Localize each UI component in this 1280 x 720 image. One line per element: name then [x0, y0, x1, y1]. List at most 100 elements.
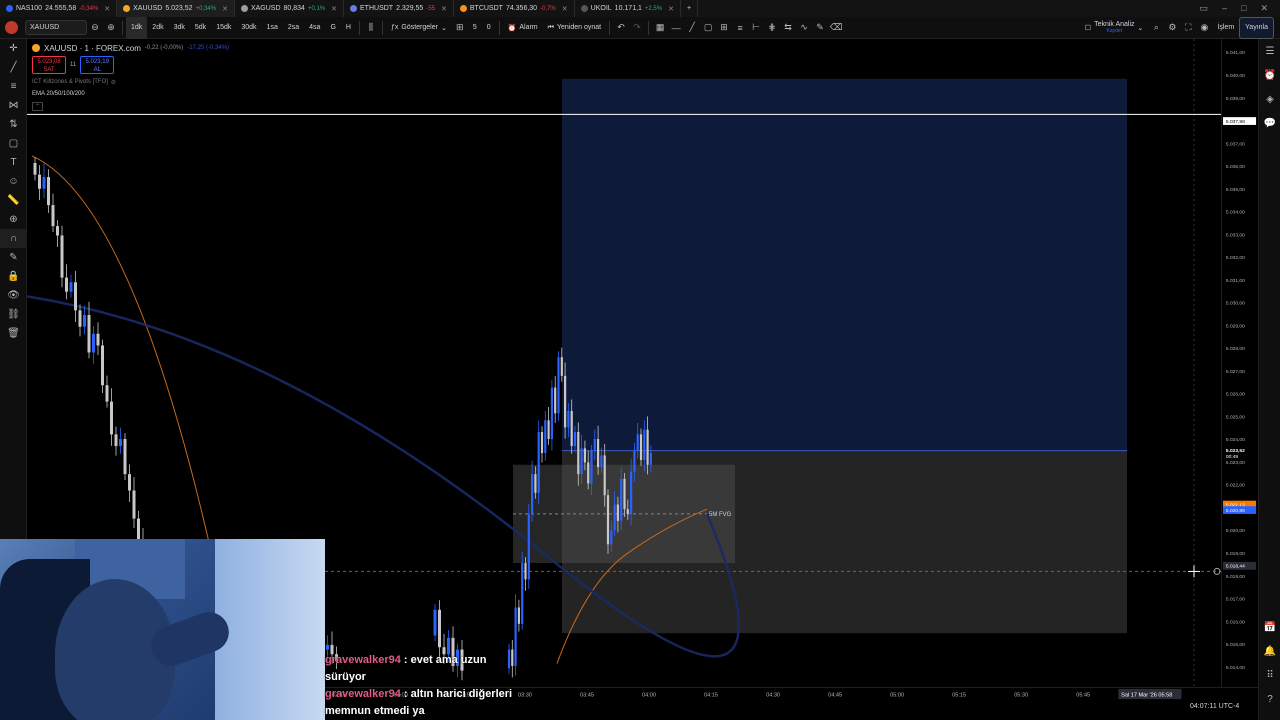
timeframe-g[interactable]: G — [325, 17, 340, 39]
collapse-legend-button[interactable]: ⌃ — [32, 100, 229, 112]
indicator-ema[interactable]: EMA 20/50/100/200 — [32, 88, 229, 100]
camera-icon[interactable]: ◉ — [1196, 22, 1212, 33]
pattern-tool-icon[interactable]: ⋈ — [0, 96, 27, 115]
lock-icon[interactable]: 🔒 — [0, 267, 27, 286]
timeframe-2dk[interactable]: 2dk — [147, 17, 168, 39]
position-icon[interactable]: ⊞ — [716, 22, 732, 33]
close-icon[interactable]: ✕ — [104, 5, 110, 13]
help-icon[interactable]: ? — [1259, 687, 1280, 711]
tab-xagusd[interactable]: XAGUSD 80,834 +0,1% ✕ — [235, 0, 345, 17]
indicator-name: ICT Killzones & Pivots [TFO] — [32, 79, 108, 85]
add-symbol-icon[interactable]: ⊕ — [103, 22, 119, 33]
timeframe-2sa[interactable]: 2sa — [283, 17, 304, 39]
tab-ukoil[interactable]: UKOIL 10.171,1 +2,5% ✕ — [575, 0, 681, 17]
text-tool-icon[interactable]: T — [0, 153, 27, 172]
grid-icon[interactable]: ▦ — [652, 22, 668, 33]
indicator-killzones[interactable]: ICT Killzones & Pivots [TFO] ⊘ — [32, 76, 229, 88]
search-icon[interactable]: ⌕ — [1148, 22, 1164, 33]
tab-xauusd[interactable]: XAUUSD 5.023,52 +0,34% ✕ — [117, 0, 235, 17]
trade-button[interactable]: İşlem — [1212, 17, 1239, 39]
calendar-icon[interactable]: 📅 — [1259, 615, 1280, 639]
timeframe-15dk[interactable]: 15dk — [211, 17, 236, 39]
line-tool-icon[interactable]: ╱ — [0, 58, 27, 77]
fib-icon[interactable]: ≡ — [732, 23, 748, 33]
notifications-icon[interactable]: 🔔 — [1259, 639, 1280, 663]
close-icon[interactable]: ✕ — [562, 5, 568, 13]
status-clock[interactable]: 04:07:11 UTC-4 — [1190, 703, 1239, 710]
tab-nas100[interactable]: NAS100 24.555,58 -0,34% ✕ — [0, 0, 118, 17]
fullscreen-icon[interactable]: ⛶ — [1180, 22, 1196, 33]
alerts-icon[interactable]: ⏰ — [1259, 63, 1280, 87]
path-icon[interactable]: ∿ — [796, 22, 812, 33]
new-tab-button[interactable]: + — [681, 0, 699, 17]
sell-button[interactable]: 5.023,08 SAT — [32, 56, 66, 74]
shape-tool-icon[interactable]: ▢ — [0, 134, 27, 153]
apps-icon[interactable]: ⠿ — [1259, 663, 1280, 687]
eye-off-icon[interactable]: ⊘ — [111, 79, 116, 86]
timeframe-h[interactable]: H — [341, 17, 356, 39]
ruler-tool-icon[interactable]: 📏 — [0, 191, 27, 210]
pencil-lock-icon[interactable]: ✎ — [0, 248, 27, 267]
rectangle-icon[interactable]: ▢ — [700, 22, 716, 33]
indicator-count-1[interactable]: 5 — [468, 17, 482, 39]
visibility-icon[interactable]: 👁 — [0, 286, 27, 305]
position-tool-icon[interactable]: ⇅ — [0, 115, 27, 134]
brush-icon[interactable]: ✎ — [812, 22, 828, 33]
ray-icon[interactable]: ⊢ — [748, 22, 764, 33]
emoji-tool-icon[interactable]: ☺ — [0, 172, 27, 191]
tab-btcusdt[interactable]: BTCUSDT 74.356,30 -0,7% ✕ — [454, 0, 575, 17]
trend-line-icon[interactable]: ╱ — [684, 22, 700, 33]
templates-icon[interactable]: ⊞ — [452, 22, 468, 33]
settings-icon[interactable]: ⚙ — [1164, 22, 1180, 33]
symbol-search-input[interactable]: XAUUSD — [25, 20, 87, 35]
timeframe-1sa[interactable]: 1sa — [262, 17, 283, 39]
price-axis[interactable]: 5.041,005.040,005.039,005.038,005.037,00… — [1221, 39, 1258, 687]
channel-icon[interactable]: ⋕ — [764, 22, 780, 33]
compare-icon[interactable]: ⊖ — [87, 22, 103, 33]
close-icon[interactable]: ✕ — [441, 5, 447, 13]
candle-body — [623, 478, 626, 510]
alarm-button[interactable]: ⏰ Alarm — [503, 17, 543, 39]
publish-button[interactable]: Yayınla — [1239, 16, 1274, 39]
close-window-icon[interactable]: ✕ — [1260, 3, 1268, 14]
trash-icon[interactable]: 🗑 — [0, 324, 27, 343]
layout-icon[interactable]: ▭ — [1199, 3, 1208, 14]
layers-icon[interactable]: ◈ — [1259, 87, 1280, 111]
horizontal-line-icon[interactable]: — — [668, 23, 684, 33]
timeframe-4sa[interactable]: 4sa — [304, 17, 325, 39]
link-icon[interactable]: ⛓ — [0, 305, 27, 324]
candle-body — [101, 345, 104, 386]
save-analysis-button[interactable]: ☐ Teknik Analiz Kaydet ⌄ — [1080, 17, 1149, 39]
chat-icon[interactable]: 💬 — [1259, 111, 1280, 135]
candle-body — [643, 429, 646, 461]
divider — [498, 20, 500, 35]
crosshair-icon[interactable]: ✛ — [0, 39, 27, 58]
watchlist-icon[interactable]: ☰ — [1259, 39, 1280, 63]
timeframe-30dk[interactable]: 30dk — [236, 17, 261, 39]
undo-icon[interactable]: ↶ — [613, 22, 629, 33]
arrows-icon[interactable]: ⇆ — [780, 22, 796, 33]
magnet-tool-icon[interactable]: ∩ — [0, 229, 27, 248]
maximize-icon[interactable]: □ — [1241, 3, 1246, 14]
timeframe-1dk[interactable]: 1dk — [126, 16, 148, 39]
timeframe-3dk[interactable]: 3dk — [169, 17, 190, 39]
tab-price: 10.171,1 — [614, 5, 642, 12]
redo-icon[interactable]: ↷ — [629, 22, 645, 33]
close-icon[interactable]: ✕ — [222, 5, 228, 13]
close-icon[interactable]: ✕ — [668, 5, 674, 13]
candle-body — [554, 387, 557, 414]
candle-type-icon[interactable]: ⫼ — [363, 22, 379, 33]
tab-ethusdt[interactable]: ETHUSDT 2.329,55 -55 ✕ — [344, 0, 454, 17]
indicator-count-2[interactable]: 0 — [482, 17, 496, 39]
close-icon[interactable]: ✕ — [331, 5, 337, 13]
timeframe-5dk[interactable]: 5dk — [190, 17, 211, 39]
buy-button[interactable]: 5.023,19 AL — [80, 56, 115, 74]
indicators-button[interactable]: ƒx Göstergeler ⌄ — [386, 17, 452, 39]
minimize-icon[interactable]: – — [1222, 3, 1227, 14]
replay-button[interactable]: ⏮ Yeniden oynat — [543, 17, 606, 39]
tab-symbol: XAUUSD — [133, 5, 163, 12]
eraser-icon[interactable]: ⌫ — [828, 22, 844, 33]
zoom-tool-icon[interactable]: ⊕ — [0, 210, 27, 229]
app-logo-icon[interactable] — [0, 17, 23, 39]
fib-tool-icon[interactable]: ≡ — [0, 77, 27, 96]
